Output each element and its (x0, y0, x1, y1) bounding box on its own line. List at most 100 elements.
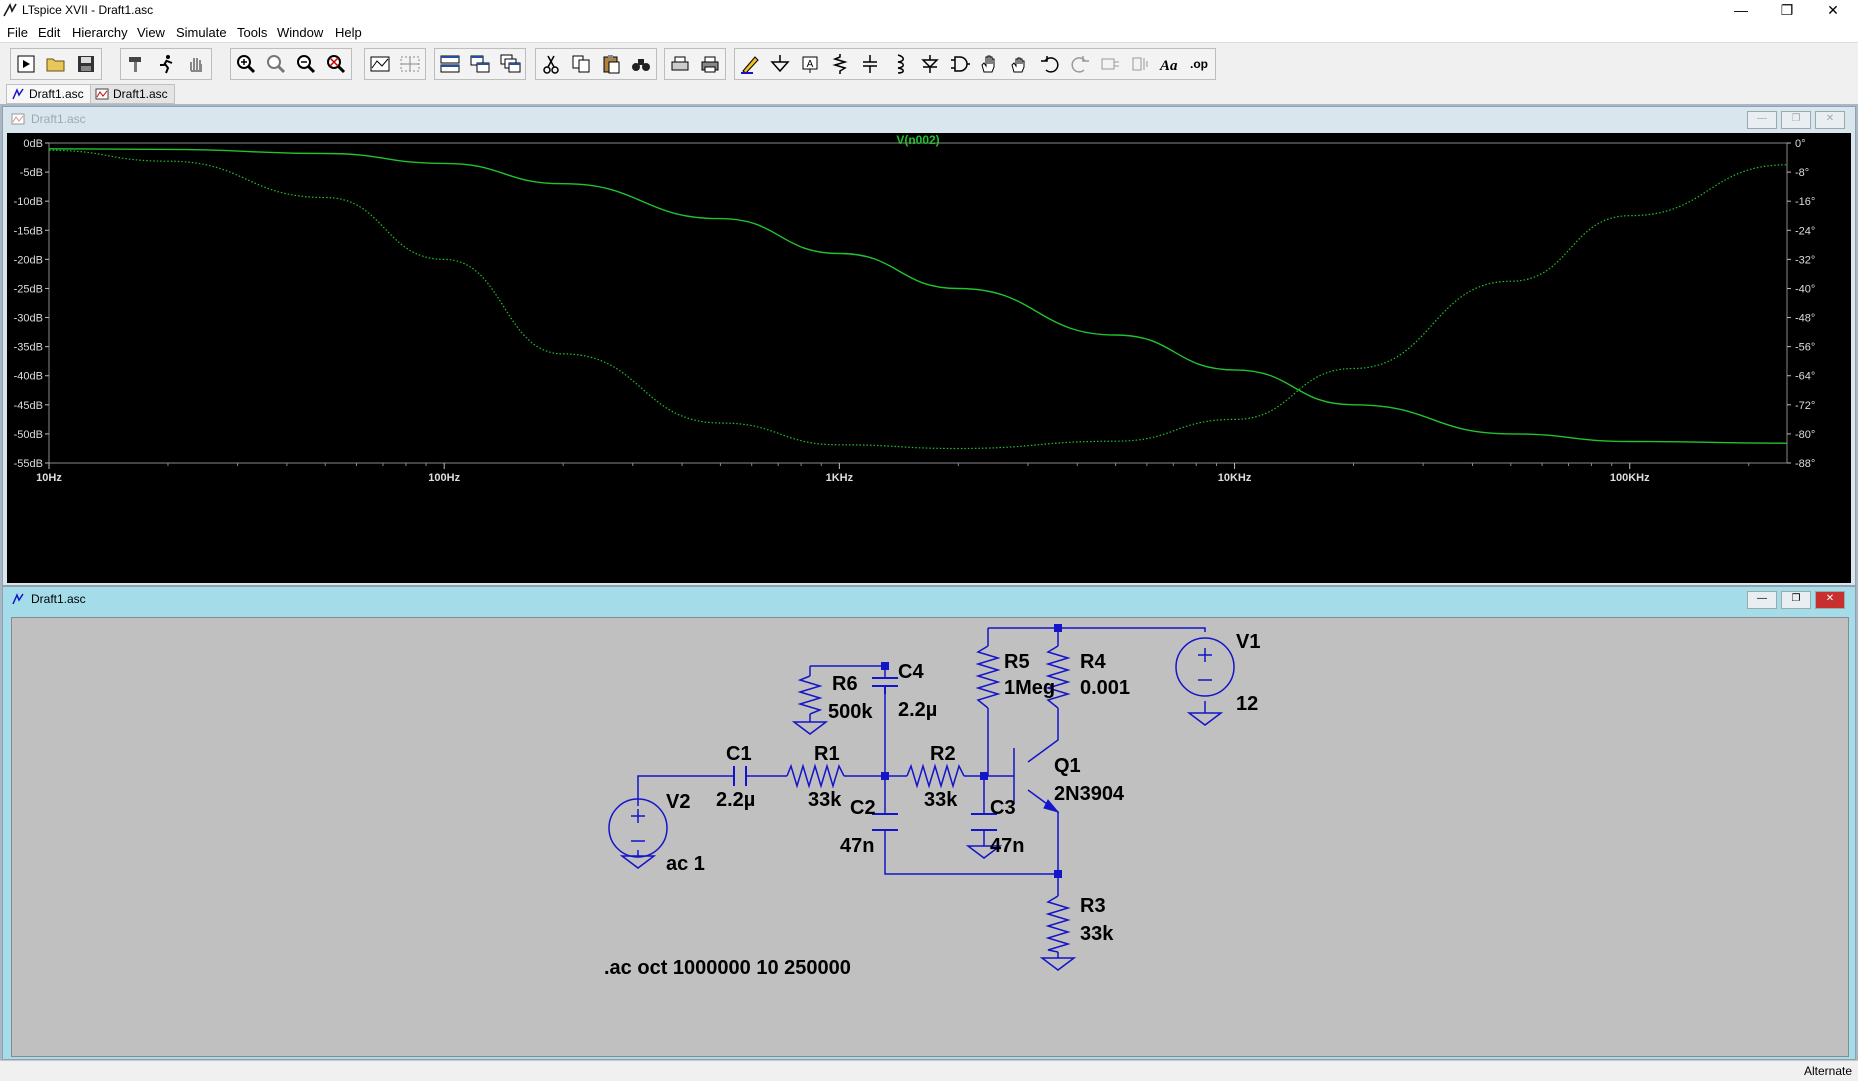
mirror-icon (1132, 57, 1148, 71)
toolbar-plot-group (364, 48, 426, 80)
document-tabs: Draft1.asc Draft1.asc (0, 82, 1858, 105)
y-left-tick-label: -35dB (14, 342, 43, 354)
schematic-grounds (619, 712, 1224, 971)
v1-ref: V1 (1236, 631, 1260, 653)
menu-simulate[interactable]: Simulate (176, 25, 227, 40)
svg-text:A: A (807, 59, 814, 70)
cursor-button[interactable] (395, 49, 425, 79)
drag-button[interactable] (1005, 49, 1035, 79)
r2-value: 33k (924, 789, 958, 811)
menu-bar: File Edit Hierarchy View Simulate Tools … (0, 22, 1858, 42)
c1-ref: C1 (726, 743, 752, 765)
minimize-button[interactable]: — (1718, 0, 1764, 22)
menu-hierarchy[interactable]: Hierarchy (72, 25, 128, 40)
halt-button[interactable] (181, 49, 211, 79)
waveform-minimize-button[interactable]: — (1747, 111, 1777, 129)
schematic-close-button[interactable]: ✕ (1815, 591, 1845, 609)
tab-waveform[interactable]: Draft1.asc (90, 84, 175, 104)
restore-button[interactable]: ❐ (1764, 0, 1810, 22)
menu-tools[interactable]: Tools (237, 25, 267, 40)
control-panel-button[interactable] (121, 49, 151, 79)
waveform-close-button[interactable]: ✕ (1815, 111, 1845, 129)
cut-button[interactable] (536, 49, 566, 79)
svg-text:Aa: Aa (1159, 58, 1178, 74)
menu-window[interactable]: Window (277, 25, 323, 40)
zoom-pan-button[interactable] (261, 49, 291, 79)
copy-button[interactable] (566, 49, 596, 79)
ground-button[interactable] (765, 49, 795, 79)
tile-horizontal-button[interactable] (435, 49, 465, 79)
menu-view[interactable]: View (137, 25, 165, 40)
folder-open-icon (46, 58, 65, 72)
waveform-plot[interactable]: V(n002) 0dB -5dB -10dB -15dB -20dB -25dB -30dB -… (7, 133, 1851, 583)
cascade-button[interactable] (495, 49, 525, 79)
new-schematic-icon (17, 55, 35, 73)
y-right-tick-label: -32° (1795, 254, 1815, 266)
mdi-workspace: Draft1.asc — ❐ ✕ V(n002) 0dB -5dB -10dB -15d… (0, 104, 1858, 1060)
diode-icon (921, 55, 939, 73)
x-tick-label: 1KHz (826, 472, 854, 484)
autorange-button[interactable] (365, 49, 395, 79)
c3-value: 47n (990, 835, 1024, 857)
spice-directive: .ac oct 1000000 10 250000 (604, 957, 851, 979)
menu-file[interactable]: File (7, 25, 28, 40)
wire-button[interactable] (735, 49, 765, 79)
c1-symbol (733, 766, 747, 786)
waveform-window-title: Draft1.asc (31, 112, 86, 126)
redo-button[interactable] (1065, 49, 1095, 79)
waveform-restore-button[interactable]: ❐ (1781, 111, 1811, 129)
c4-ref: C4 (898, 661, 924, 683)
tile-vertical-button[interactable] (465, 49, 495, 79)
open-button[interactable] (41, 49, 71, 79)
mirror-button[interactable] (1125, 49, 1155, 79)
printer-icon (701, 56, 719, 73)
floppy-disk-icon (78, 56, 94, 72)
resistor-button[interactable] (825, 49, 855, 79)
print-button[interactable] (695, 49, 725, 79)
schematic-restore-button[interactable]: ❐ (1781, 591, 1811, 609)
toolbar-edit-group (535, 48, 657, 80)
save-button[interactable] (71, 49, 101, 79)
tab-schematic[interactable]: Draft1.asc (6, 84, 91, 104)
x-tick-label: 10Hz (36, 472, 62, 484)
status-text: Alternate (1803, 1064, 1852, 1078)
undo-icon (1041, 56, 1059, 73)
label-net-button[interactable]: A (795, 49, 825, 79)
move-button[interactable] (975, 49, 1005, 79)
r4-value: 0.001 (1080, 677, 1130, 699)
capacitor-button[interactable] (855, 49, 885, 79)
find-button[interactable] (626, 49, 656, 79)
v2-symbol (608, 798, 668, 858)
zoom-out-icon (297, 55, 316, 74)
close-button[interactable]: ✕ (1810, 0, 1856, 22)
run-button[interactable] (151, 49, 181, 79)
r1-value: 33k (808, 789, 842, 811)
new-schematic-button[interactable] (11, 49, 41, 79)
r6-symbol (797, 675, 823, 715)
zoom-out-button[interactable] (291, 49, 321, 79)
spice-directive-button[interactable]: .op (1185, 49, 1215, 79)
rotate-button[interactable] (1095, 49, 1125, 79)
paste-button[interactable] (596, 49, 626, 79)
zoom-in-button[interactable] (231, 49, 261, 79)
y-left-tick-label: -5dB (20, 167, 43, 179)
zoom-fit-button[interactable] (321, 49, 351, 79)
print-setup-button[interactable] (665, 49, 695, 79)
q1-ref: Q1 (1054, 755, 1081, 777)
schematic-canvas[interactable]: V1 12 V2 ac 1 R1 33k R2 33k R3 33k R4 0.… (11, 617, 1849, 1057)
autorange-icon (370, 56, 390, 72)
phase-trace (48, 149, 1788, 450)
schematic-minimize-button[interactable]: — (1747, 591, 1777, 609)
menu-help[interactable]: Help (335, 25, 362, 40)
y-right-tick-label: -72° (1795, 400, 1815, 412)
bode-plot-svg: V(n002) 0dB -5dB -10dB -15dB -20dB -25dB -30dB -… (14, 133, 1816, 484)
c1-value: 2.2µ (716, 789, 755, 811)
text-button[interactable]: Aa (1155, 49, 1185, 79)
inductor-button[interactable] (885, 49, 915, 79)
v2-value: ac 1 (666, 853, 705, 875)
component-button[interactable] (945, 49, 975, 79)
undo-button[interactable] (1035, 49, 1065, 79)
diode-button[interactable] (915, 49, 945, 79)
menu-edit[interactable]: Edit (38, 25, 60, 40)
y-left-tick-label: -15dB (14, 225, 43, 237)
